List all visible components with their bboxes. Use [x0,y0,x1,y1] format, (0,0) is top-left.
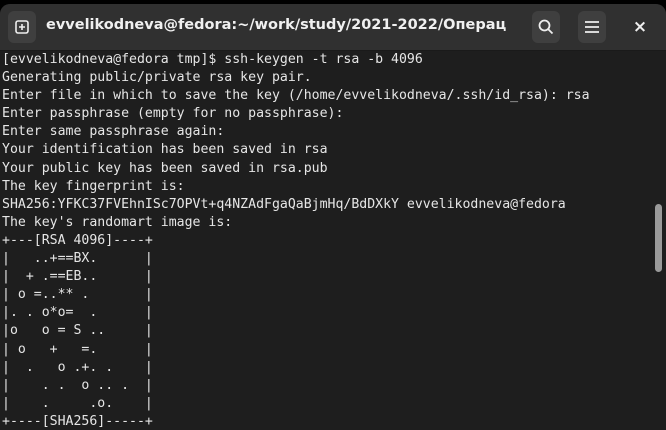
terminal-line: | o =..** . | [2,287,153,303]
terminal-line: | . . o .. . | [2,377,153,393]
terminal-line: The key's randomart image is: [2,214,233,230]
terminal-line: Enter file in which to save the key (/ho… [2,88,590,104]
terminal-line: | ..+==BX. | [2,251,153,267]
terminal-line: | . o .+. . | [2,359,153,375]
terminal-line: Enter passphrase (empty for no passphras… [2,106,344,122]
close-icon: × [632,17,648,37]
new-tab-button[interactable] [8,11,36,43]
terminal-line: The key fingerprint is: [2,178,185,194]
terminal-line: SHA256:YFKC37FVEhnISc7OPVt+q4NZAdFgaQaBj… [2,196,566,212]
window-title: evvelikodneva@fedora:~/work/study/2021-2… [46,17,506,33]
terminal-window: evvelikodneva@fedora:~/work/study/2021-2… [0,4,666,430]
terminal-line: |o o = S .. | [2,323,153,339]
terminal-line: | + .==EB.. | [2,269,153,285]
terminal-line: |. . o*o= . | [2,305,153,321]
search-icon [538,19,554,35]
terminal-line: Your public key has been saved in rsa.pu… [2,160,328,176]
terminal-line: +---[RSA 4096]----+ [2,232,153,248]
new-tab-icon [15,20,29,34]
terminal-line: Enter same passphrase again: [2,124,225,140]
hamburger-menu-icon [585,21,599,33]
close-button[interactable]: × [628,15,652,39]
scrollbar-thumb[interactable] [655,204,662,272]
menu-button[interactable] [578,11,606,43]
terminal-line: +----[SHA256]-----+ [2,413,153,429]
header-bar: evvelikodneva@fedora:~/work/study/2021-2… [0,4,666,51]
terminal-line: | . .o. | [2,395,153,411]
terminal-line: Your identification has been saved in rs… [2,142,328,158]
search-button[interactable] [532,11,560,43]
terminal-line: | o + =. | [2,341,153,357]
terminal-line: [evvelikodneva@fedora tmp]$ ssh-keygen -… [2,52,423,67]
terminal-output[interactable]: [evvelikodneva@fedora tmp]$ ssh-keygen -… [2,51,652,430]
terminal-line: Generating public/private rsa key pair. [2,70,312,86]
